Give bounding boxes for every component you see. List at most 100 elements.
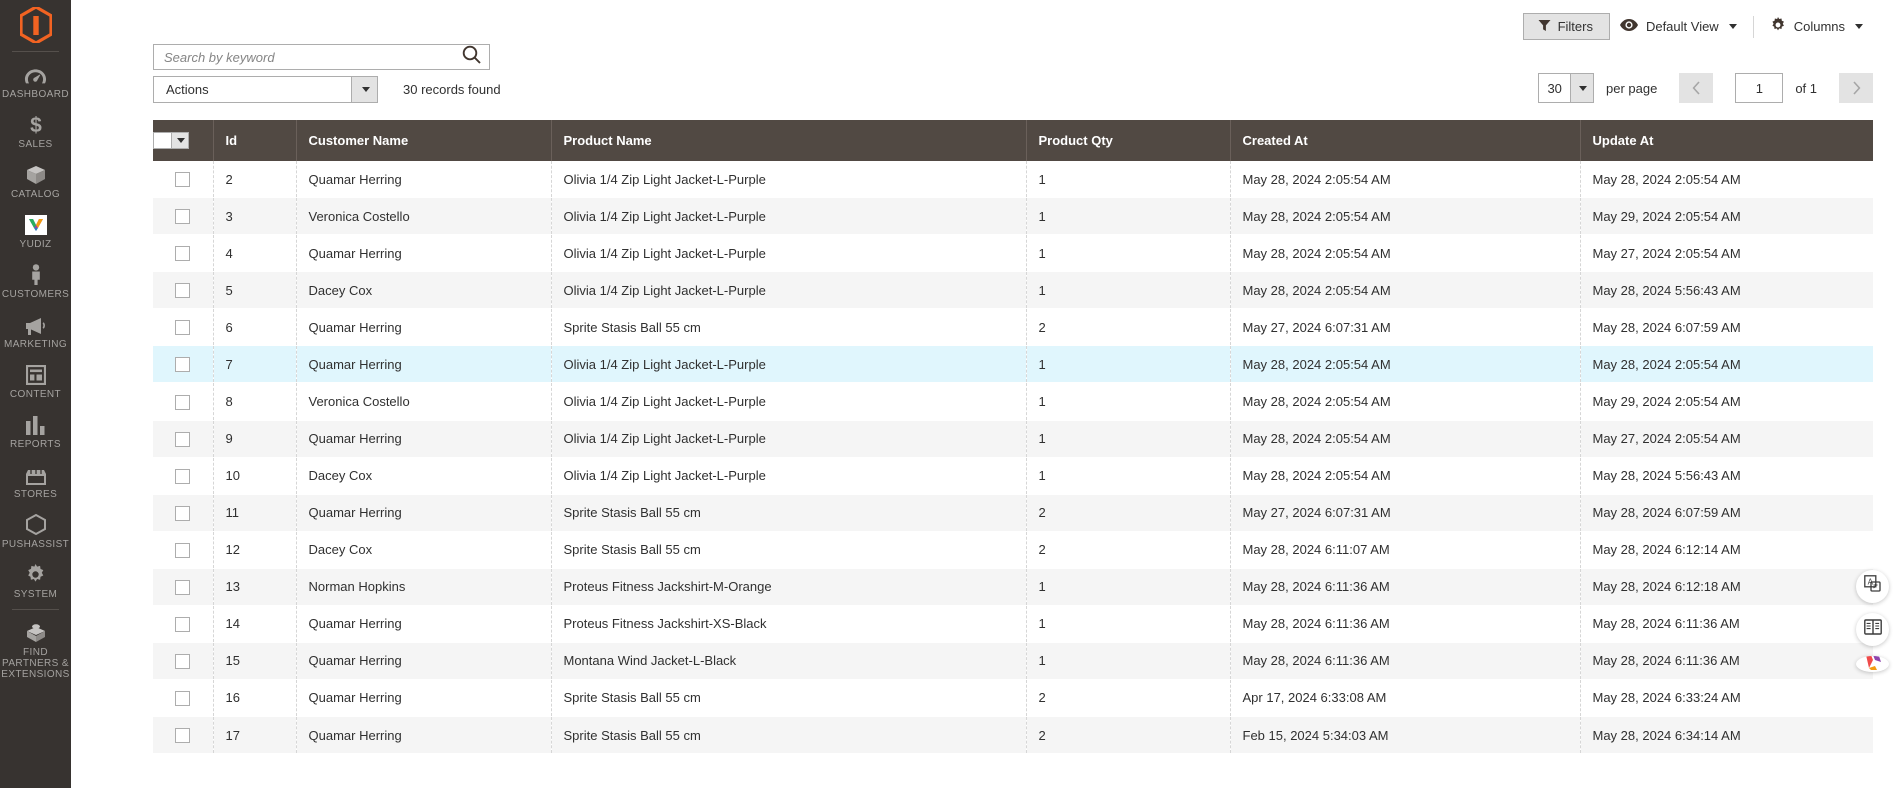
cell-product-name: Olivia 1/4 Zip Light Jacket-L-Purple <box>551 271 1027 310</box>
search-icon[interactable] <box>462 45 481 69</box>
table-row[interactable]: 5 Dacey Cox Olivia 1/4 Zip Light Jacket-L-… <box>153 271 1873 310</box>
table-row[interactable]: 17 Quamar Herring Sprite Stasis Ball 55 cm… <box>153 716 1873 755</box>
box-icon <box>25 163 47 185</box>
select-all-checkbox-dropdown[interactable] <box>153 132 189 150</box>
table-row[interactable]: 7 Quamar Herring Olivia 1/4 Zip Light Jack… <box>153 345 1873 384</box>
table-row[interactable]: 16 Quamar Herring Sprite Stasis Ball 55 cm… <box>153 679 1873 718</box>
floating-extension-buttons: A <box>1856 570 1889 672</box>
column-header-id[interactable]: Id <box>213 120 297 162</box>
table-row[interactable]: 15 Quamar Herring Montana Wind Jacket-L-Bl… <box>153 642 1873 680</box>
search-box[interactable] <box>153 44 490 70</box>
sidebar-item-stores[interactable]: STORES <box>0 456 71 506</box>
filters-button[interactable]: Filters <box>1522 13 1610 40</box>
cell-customer-name: Dacey Cox <box>296 531 552 569</box>
cell-product-name: Olivia 1/4 Zip Light Jacket-L-Purple <box>551 382 1027 421</box>
previous-page-button[interactable] <box>1679 73 1714 103</box>
column-header-update-at[interactable]: Update At <box>1580 120 1873 162</box>
sidebar-item-content[interactable]: CONTENT <box>0 356 71 406</box>
table-row[interactable]: 9 Quamar Herring Olivia 1/4 Zip Light Jack… <box>153 420 1873 458</box>
magento-logo[interactable] <box>0 2 71 48</box>
sidebar-item-pushassist[interactable]: PUSHASSIST <box>0 506 71 556</box>
sidebar-item-customers[interactable]: CUSTOMERS <box>0 256 71 306</box>
page-number-input[interactable] <box>1735 73 1784 103</box>
cell-update-at: May 28, 2024 6:12:18 AM <box>1580 568 1873 606</box>
cell-id: 15 <box>213 642 297 680</box>
table-row[interactable]: 8 Veronica Costello Olivia 1/4 Zip Light J… <box>153 382 1873 421</box>
cell-created-at: May 28, 2024 2:05:54 AM <box>1230 382 1581 421</box>
row-checkbox[interactable] <box>175 616 191 632</box>
columns-button[interactable]: Columns <box>1760 11 1873 42</box>
per-page-dropdown[interactable]: 30 <box>1537 73 1594 103</box>
row-checkbox[interactable] <box>175 394 191 410</box>
cell-customer-name: Quamar Herring <box>296 494 552 532</box>
cell-created-at: May 28, 2024 2:05:54 AM <box>1230 345 1581 384</box>
row-checkbox[interactable] <box>175 579 191 595</box>
sidebar: DASHBOARD $ SALES CATALOG YUDIZ CUSTOMER… <box>0 0 71 788</box>
actions-row: Actions 30 records found <box>153 76 501 103</box>
table-row[interactable]: 13 Norman Hopkins Proteus Fitness Jackshir… <box>153 568 1873 606</box>
table-row[interactable]: 14 Quamar Herring Proteus Fitness Jackshir… <box>153 605 1873 643</box>
row-checkbox[interactable] <box>175 728 191 744</box>
cell-product-name: Sprite Stasis Ball 55 cm <box>551 531 1027 569</box>
search-input[interactable] <box>164 49 462 65</box>
next-page-button[interactable] <box>1839 73 1873 103</box>
row-checkbox[interactable] <box>175 209 191 225</box>
table-row[interactable]: 10 Dacey Cox Olivia 1/4 Zip Light Jacket-L… <box>153 457 1873 495</box>
row-checkbox-cell <box>153 531 214 569</box>
actions-dropdown[interactable]: Actions <box>153 76 378 103</box>
cell-created-at: May 28, 2024 6:11:07 AM <box>1230 531 1581 569</box>
columns-label: Columns <box>1793 19 1845 34</box>
sidebar-item-dashboard[interactable]: DASHBOARD <box>0 56 71 106</box>
row-checkbox[interactable] <box>175 505 191 521</box>
row-checkbox[interactable] <box>175 246 191 262</box>
cell-product-qty: 1 <box>1026 271 1231 310</box>
chevron-down-icon <box>1728 24 1737 29</box>
row-checkbox[interactable] <box>175 468 191 484</box>
row-checkbox[interactable] <box>175 542 191 558</box>
table-row[interactable]: 3 Veronica Costello Olivia 1/4 Zip Light J… <box>153 197 1873 236</box>
table-row[interactable]: 12 Dacey Cox Sprite Stasis Ball 55 cm 2 May … <box>153 531 1873 569</box>
cell-id: 17 <box>213 716 297 755</box>
dictionary-button[interactable] <box>1856 613 1889 646</box>
cell-id: 2 <box>213 161 297 199</box>
row-checkbox[interactable] <box>175 691 191 706</box>
translate-button[interactable]: A <box>1856 570 1889 603</box>
table-row[interactable]: 11 Quamar Herring Sprite Stasis Ball 55 cm… <box>153 494 1873 532</box>
sidebar-item-sales[interactable]: $ SALES <box>0 106 71 156</box>
chevron-down-icon[interactable] <box>171 133 188 149</box>
row-checkbox[interactable] <box>175 283 191 299</box>
cell-id: 11 <box>213 494 297 532</box>
cell-product-name: Sprite Stasis Ball 55 cm <box>551 308 1027 347</box>
row-checkbox[interactable] <box>175 320 191 336</box>
row-checkbox[interactable] <box>175 172 191 188</box>
extension-button[interactable] <box>1856 656 1889 672</box>
cell-created-at: May 28, 2024 2:05:54 AM <box>1230 271 1581 310</box>
select-all-checkbox[interactable] <box>154 133 171 149</box>
column-header-product-qty[interactable]: Product Qty <box>1026 120 1231 162</box>
sidebar-item-label: YUDIZ <box>19 239 52 250</box>
column-header-customer-name[interactable]: Customer Name <box>296 120 552 162</box>
sidebar-item-marketing[interactable]: MARKETING <box>0 306 71 356</box>
sidebar-item-find-partners[interactable]: FIND PARTNERS & EXTENSIONS <box>0 614 71 686</box>
sidebar-item-system[interactable]: SYSTEM <box>0 556 71 606</box>
row-checkbox[interactable] <box>175 357 191 373</box>
row-checkbox[interactable] <box>175 653 191 669</box>
table-row[interactable]: 4 Quamar Herring Olivia 1/4 Zip Light Jack… <box>153 234 1873 273</box>
chevron-down-icon[interactable] <box>351 77 377 102</box>
sidebar-item-catalog[interactable]: CATALOG <box>0 156 71 206</box>
sidebar-item-yudiz[interactable]: YUDIZ <box>0 206 71 256</box>
default-view-button[interactable]: Default View <box>1610 13 1747 40</box>
column-header-product-name[interactable]: Product Name <box>551 120 1027 162</box>
chevron-down-icon[interactable] <box>1570 74 1593 102</box>
search-row <box>153 44 490 70</box>
cell-product-name: Olivia 1/4 Zip Light Jacket-L-Purple <box>551 457 1027 495</box>
table-row[interactable]: 6 Quamar Herring Sprite Stasis Ball 55 cm 2… <box>153 308 1873 347</box>
row-checkbox[interactable] <box>175 431 191 447</box>
cell-id: 13 <box>213 568 297 606</box>
cell-id: 10 <box>213 457 297 495</box>
table-row[interactable]: 2 Quamar Herring Olivia 1/4 Zip Light Jack… <box>153 161 1873 199</box>
sidebar-item-label: SALES <box>18 139 53 150</box>
column-header-created-at[interactable]: Created At <box>1230 120 1581 162</box>
sidebar-item-reports[interactable]: REPORTS <box>0 406 71 456</box>
filters-label: Filters <box>1557 19 1593 34</box>
